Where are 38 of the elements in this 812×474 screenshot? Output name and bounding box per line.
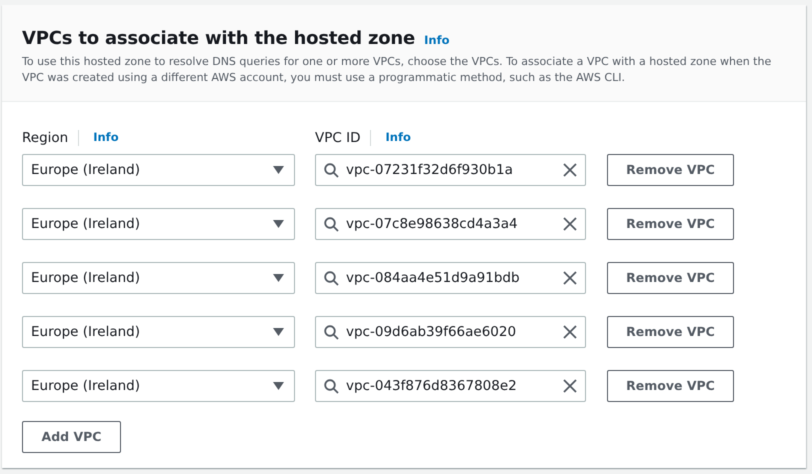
- caret-icon: [273, 328, 284, 336]
- remove-vpc-button[interactable]: Remove VPC: [607, 262, 734, 294]
- region-select[interactable]: Europe (Ireland): [22, 316, 295, 348]
- field-label: VPC ID: [315, 128, 360, 148]
- info-link[interactable]: Info: [93, 129, 119, 147]
- caret-icon: [273, 166, 284, 174]
- add-vpc-button[interactable]: Add VPC: [22, 421, 121, 454]
- clear-icon[interactable]: [563, 217, 577, 231]
- remove-vpc-button[interactable]: Remove VPC: [607, 208, 734, 240]
- description-text: To use this hosted zone to resolve DNS queries for one or more VPCs, choose the VPCs. To associate a VPC with a hosted zone when the VPC was created using a different AWS account, you must use a programmatic method, such as the AWS CLI.: [22, 54, 772, 86]
- region-select[interactable]: Europe (Ireland): [22, 370, 295, 402]
- info-link[interactable]: Info: [385, 129, 411, 147]
- region-select[interactable]: Europe (Ireland): [22, 154, 295, 186]
- clear-icon[interactable]: [563, 379, 577, 393]
- caret-icon: [273, 382, 284, 390]
- field-label: Region: [22, 128, 68, 148]
- remove-vpc-button[interactable]: Remove VPC: [607, 316, 734, 348]
- region-select[interactable]: Europe (Ireland): [22, 262, 295, 294]
- clear-icon[interactable]: [563, 163, 577, 177]
- info-link[interactable]: Info: [424, 33, 450, 47]
- caret-icon: [273, 274, 284, 282]
- section-title: VPCs to associate with the hosted zone: [22, 28, 416, 49]
- vpc-id-field[interactable]: vpc-09d6ab39f66ae6020: [315, 316, 586, 348]
- search-icon: [324, 217, 339, 232]
- search-icon: [324, 325, 339, 340]
- vpc-id-field[interactable]: vpc-084aa4e51d9a91bdb: [315, 262, 586, 294]
- search-icon: [324, 271, 339, 286]
- caret-icon: [273, 220, 284, 228]
- vpc-id-field[interactable]: vpc-043f876d8367808e2: [315, 370, 586, 402]
- region-select[interactable]: Europe (Ireland): [22, 208, 295, 240]
- remove-vpc-button[interactable]: Remove VPC: [607, 154, 734, 186]
- clear-icon[interactable]: [563, 271, 577, 285]
- clear-icon[interactable]: [563, 325, 577, 339]
- search-icon: [324, 163, 339, 178]
- remove-vpc-button[interactable]: Remove VPC: [607, 370, 734, 402]
- search-icon: [324, 379, 339, 394]
- vpc-id-field[interactable]: vpc-07c8e98638cd4a3a4: [315, 208, 586, 240]
- vpc-id-field[interactable]: vpc-07231f32d6f930b1a: [315, 154, 586, 186]
